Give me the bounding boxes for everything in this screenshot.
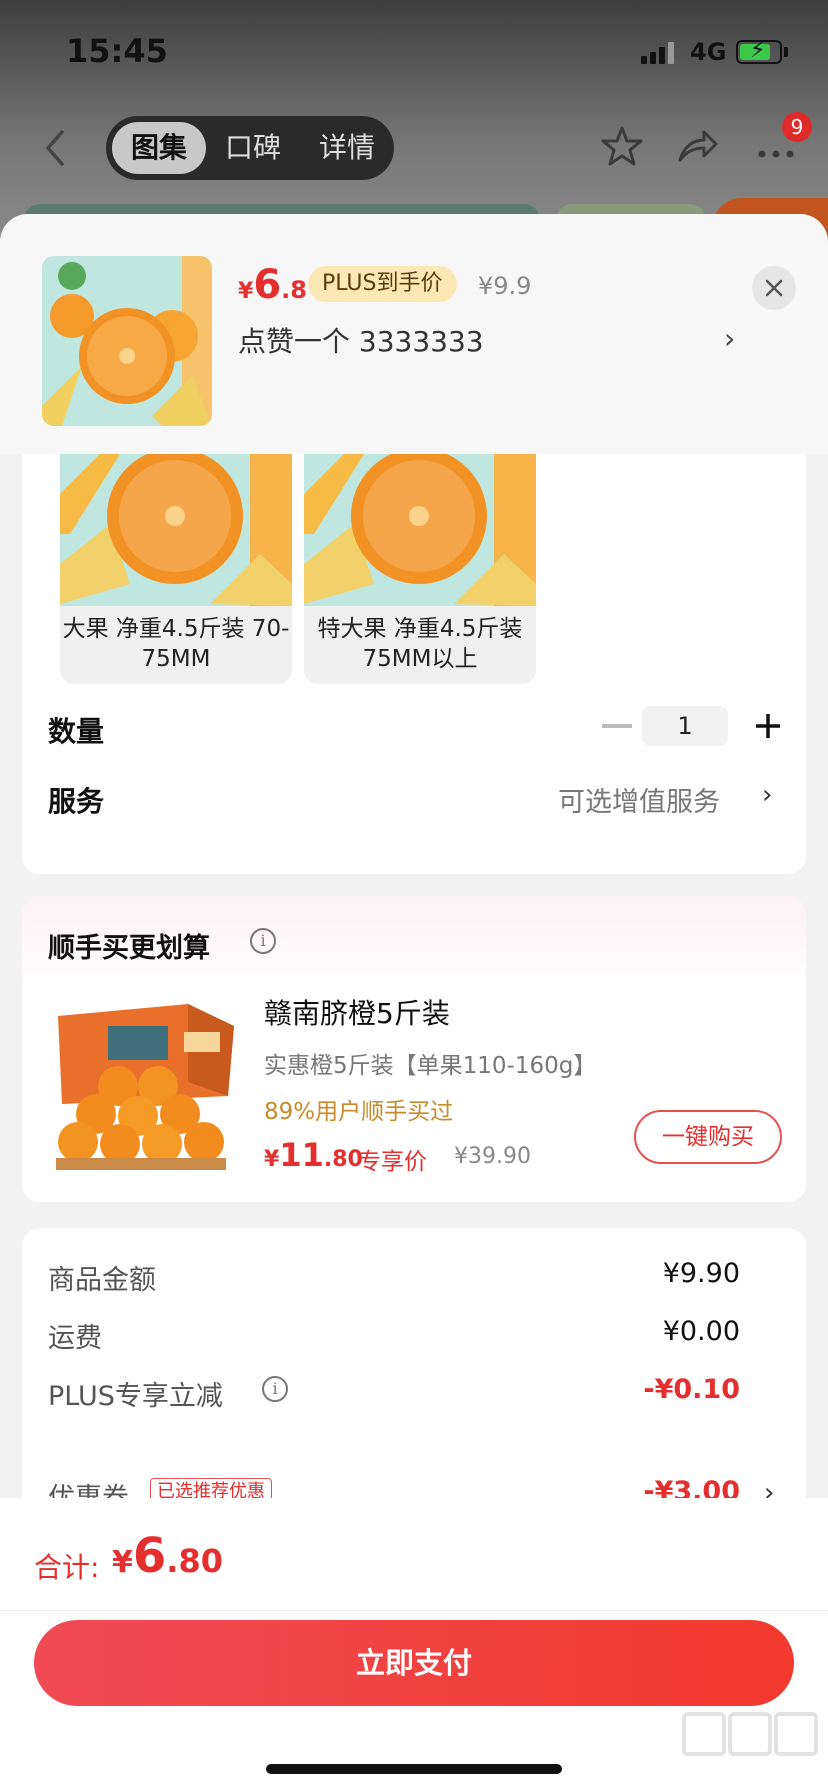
- quantity-increase-button[interactable]: [752, 710, 784, 742]
- bundle-product-name[interactable]: 赣南脐橙5斤装: [264, 992, 450, 1032]
- original-price: ¥9.9: [478, 272, 532, 300]
- one-click-buy-button[interactable]: 一键购买: [634, 1110, 782, 1164]
- battery-icon: ⚡: [736, 38, 782, 64]
- bundle-product-subtitle: 实惠橙5斤装【单果110-160g】: [264, 1053, 597, 1079]
- close-icon[interactable]: [752, 266, 796, 310]
- price-summary-card: 商品金额 ¥9.90 运费 ¥0.00 PLUS专享立减 i -¥0.10 优惠…: [22, 1228, 806, 1538]
- quantity-label: 数量: [48, 715, 105, 748]
- info-icon[interactable]: i: [262, 1376, 288, 1402]
- bundle-product-image: [48, 986, 234, 1172]
- bundle-purchase-rate: 89%用户顺手买过: [264, 1099, 454, 1125]
- summary-value: ¥9.90: [662, 1258, 740, 1289]
- network-type: 4G: [690, 38, 727, 66]
- variant-label: 特大果 净重4.5斤装 75MM以上: [317, 616, 523, 672]
- options-card: 大果 净重4.5斤装 70-75MM 特大果 净重4.5斤装 75MM以上 数量…: [22, 454, 806, 874]
- service-value[interactable]: 可选增值服务: [558, 780, 720, 819]
- share-icon[interactable]: [676, 126, 720, 166]
- checkout-footer: 合计: ¥6.80 立即支付: [0, 1498, 828, 1792]
- variant-option[interactable]: 特大果 净重4.5斤装 75MM以上: [304, 454, 536, 684]
- exclusive-price-label: 专享价: [358, 1149, 427, 1175]
- sheet-header: ¥6.8 PLUS到手价 ¥9.9 点赞一个 3333333 ›: [0, 214, 828, 454]
- summary-value: ¥0.00: [662, 1316, 740, 1347]
- chevron-right-icon[interactable]: ›: [762, 780, 772, 810]
- sheet-price: ¥6.8: [238, 262, 307, 308]
- status-time: 15:45: [66, 32, 168, 70]
- tab-reviews[interactable]: 口碑: [206, 122, 300, 174]
- bundle-price: ¥11.80: [264, 1136, 363, 1174]
- chevron-right-icon[interactable]: ›: [724, 322, 735, 355]
- summary-label: 运费: [48, 1323, 102, 1354]
- nav-bar: 图集 口碑 详情 9: [0, 100, 828, 200]
- bundle-title: 顺手买更划算: [48, 933, 210, 964]
- total-label: 合计:: [34, 1551, 100, 1584]
- variant-label: 大果 净重4.5斤装 70-75MM: [62, 616, 290, 672]
- tab-gallery[interactable]: 图集: [112, 122, 206, 174]
- divider: [0, 1610, 828, 1611]
- plus-price-tag: PLUS到手价: [308, 266, 457, 302]
- quantity-input[interactable]: 1: [642, 706, 728, 746]
- variant-option[interactable]: 大果 净重4.5斤装 70-75MM: [60, 454, 292, 684]
- star-icon[interactable]: [600, 124, 644, 168]
- bundle-recommendation-card: 顺手买更划算 i 赣南脐橙5斤装 实惠橙5斤装【单果110-160g】 89%用…: [22, 896, 806, 1202]
- summary-value: -¥0.10: [643, 1374, 740, 1405]
- tab-details[interactable]: 详情: [300, 122, 394, 174]
- watermark-logo: [682, 1712, 818, 1756]
- bundle-original-price: ¥39.90: [454, 1144, 531, 1169]
- quantity-decrease-button[interactable]: [602, 724, 632, 728]
- status-bar: 15:45 4G ⚡: [0, 0, 828, 100]
- info-icon[interactable]: i: [250, 928, 276, 954]
- total-price: ¥6.80: [112, 1528, 223, 1584]
- back-icon[interactable]: [40, 126, 70, 170]
- notification-badge: 9: [782, 112, 812, 142]
- view-switcher: 图集 口碑 详情: [106, 116, 394, 180]
- battery-cap: [784, 47, 788, 57]
- home-indicator: [266, 1764, 562, 1774]
- variant-image: [304, 454, 536, 606]
- summary-label: PLUS专享立减: [48, 1381, 223, 1412]
- variant-image: [60, 454, 292, 606]
- signal-icon: [641, 42, 677, 64]
- pay-now-button[interactable]: 立即支付: [34, 1620, 794, 1706]
- summary-label: 商品金额: [48, 1265, 156, 1296]
- liked-text[interactable]: 点赞一个 3333333: [238, 320, 484, 360]
- service-label: 服务: [48, 785, 105, 818]
- product-thumbnail: [42, 256, 212, 426]
